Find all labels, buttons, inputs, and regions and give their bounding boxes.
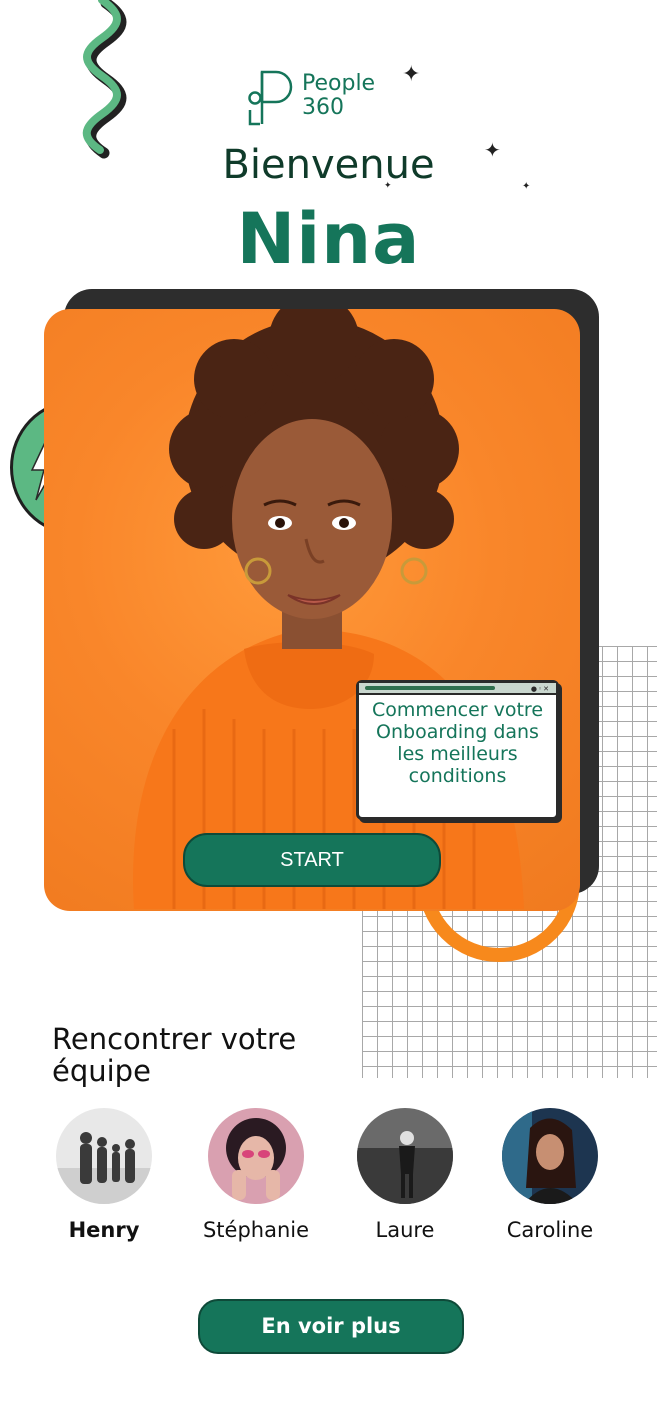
popup-message: Commencer votre Onboarding dans les meil… bbox=[371, 699, 544, 787]
avatar[interactable] bbox=[357, 1108, 453, 1204]
member-name: Caroline bbox=[506, 1218, 594, 1242]
people360-logo-icon bbox=[248, 70, 293, 126]
member-name: Laure bbox=[375, 1218, 435, 1242]
popup-progress bbox=[365, 686, 495, 690]
window-controls-icon: ●◦✕ bbox=[530, 685, 550, 693]
welcome-heading: Bienvenue bbox=[222, 142, 435, 188]
see-more-button[interactable]: En voir plus bbox=[198, 1299, 464, 1354]
member-name: Henry bbox=[68, 1218, 140, 1242]
hero-card bbox=[44, 309, 580, 911]
profile-photo bbox=[133, 309, 524, 909]
popup-title-bar: ●◦✕ bbox=[359, 683, 556, 695]
user-name: Nina bbox=[236, 198, 421, 280]
avatar[interactable] bbox=[208, 1108, 304, 1204]
avatar[interactable] bbox=[56, 1108, 152, 1204]
team-member[interactable]: Laure bbox=[335, 1108, 475, 1242]
logo-line-2: 360 bbox=[302, 95, 344, 120]
team-section-title: Rencontrer votre équipe bbox=[52, 1022, 297, 1088]
team-member[interactable]: Caroline bbox=[480, 1108, 620, 1242]
squiggle-decoration bbox=[82, 0, 127, 159]
team-member[interactable]: Stéphanie bbox=[186, 1108, 326, 1242]
logo: People 360 bbox=[246, 66, 416, 128]
onboarding-popup: ●◦✕ Commencer votre Onboarding dans les … bbox=[356, 680, 559, 820]
member-name: Stéphanie bbox=[202, 1218, 310, 1242]
logo-line-1: People bbox=[302, 71, 376, 96]
team-member[interactable]: Henry bbox=[34, 1108, 174, 1242]
avatar[interactable] bbox=[502, 1108, 598, 1204]
start-button[interactable]: START bbox=[183, 833, 441, 887]
logo-text: People 360 bbox=[302, 72, 375, 120]
sparkle-icon: ✦ bbox=[402, 62, 421, 87]
